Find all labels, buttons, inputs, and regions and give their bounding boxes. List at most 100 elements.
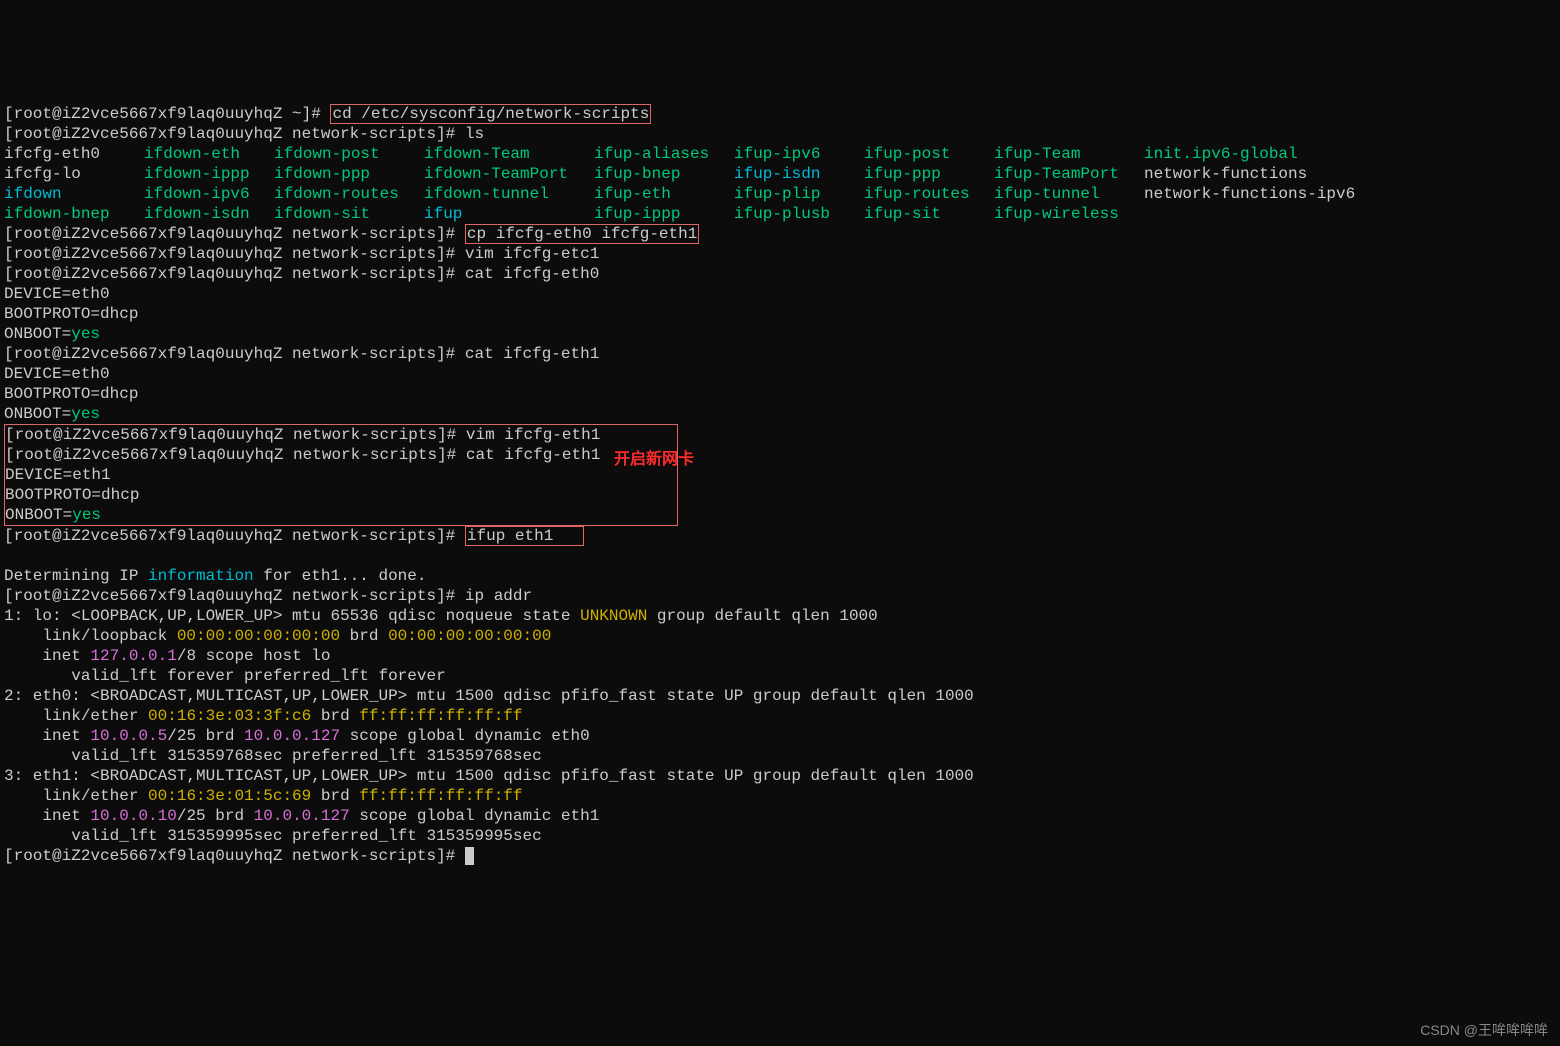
ls-c9-1: network-functions [1144, 164, 1307, 184]
cfg1a-onboot-v: yes [71, 405, 100, 423]
lo-inet-pre: inet [4, 647, 90, 665]
eth0-inet-pre: inet [4, 727, 90, 745]
ls-c7-1: ifup-ppp [864, 164, 994, 184]
ls-c2-0: ifdown-eth [144, 144, 274, 164]
cfg1b-onboot-k: ONBOOT= [5, 506, 72, 524]
cmd-cat-eth0: cat ifcfg-eth0 [465, 265, 599, 283]
ls-c7-3: ifup-sit [864, 204, 994, 224]
cmd-cd-box: cd /etc/sysconfig/network-scripts [330, 104, 651, 124]
cfg1b-boot-v: dhcp [101, 486, 139, 504]
eth1-valid: valid_lft 315359995sec preferred_lft 315… [4, 827, 542, 845]
cfg1a-device-v: eth0 [71, 365, 109, 383]
ls-c5-1: ifup-bnep [594, 164, 734, 184]
cmd-vim-eth1: vim ifcfg-eth1 [466, 426, 600, 444]
eth1-inet-pre: inet [4, 807, 90, 825]
cfg0-boot-k: BOOTPROTO= [4, 305, 100, 323]
vim-cat-box: [root@iZ2vce5667xf9laq0uuyhqZ network-sc… [4, 424, 678, 526]
ls-c7-2: ifup-routes [864, 184, 994, 204]
eth1-link-pre: link/ether [4, 787, 148, 805]
lo-head-post: group default qlen 1000 [647, 607, 877, 625]
ls-c1-1: ifcfg-lo [4, 164, 144, 184]
cmd-ifup: ifup eth1 [467, 527, 553, 545]
lo-link-pre: link/loopback [4, 627, 177, 645]
cfg1b-device-v: eth1 [72, 466, 110, 484]
eth0-brd: ff:ff:ff:ff:ff:ff [359, 707, 522, 725]
ls-c8-1: ifup-TeamPort [994, 164, 1144, 184]
ls-c6-0: ifup-ipv6 [734, 144, 864, 164]
prompt-ns-3: [root@iZ2vce5667xf9laq0uuyhqZ network-sc… [4, 245, 455, 263]
eth0-head: 2: eth0: <BROADCAST,MULTICAST,UP,LOWER_U… [4, 687, 974, 705]
prompt-ns-5: [root@iZ2vce5667xf9laq0uuyhqZ network-sc… [4, 345, 455, 363]
terminal-cursor[interactable] [465, 847, 474, 865]
ls-c7-0: ifup-post [864, 144, 994, 164]
ls-c8-3: ifup-wireless [994, 204, 1144, 224]
eth1-head: 3: eth1: <BROADCAST,MULTICAST,UP,LOWER_U… [4, 767, 974, 785]
ls-c3-1: ifdown-ppp [274, 164, 424, 184]
cfg1a-device-k: DEVICE= [4, 365, 71, 383]
ls-c1-2: ifdown [4, 184, 144, 204]
ls-c4-2: ifdown-tunnel [424, 184, 594, 204]
lo-brd-lbl: brd [340, 627, 388, 645]
prompt-ns: [root@iZ2vce5667xf9laq0uuyhqZ network-sc… [4, 125, 455, 143]
lo-ip: 127.0.0.1 [90, 647, 176, 665]
ls-c6-1: ifup-isdn [734, 164, 864, 184]
cfg1a-boot-v: dhcp [100, 385, 138, 403]
lo-valid: valid_lft forever preferred_lft forever [4, 667, 446, 685]
cmd-cp-box: cp ifcfg-eth0 ifcfg-eth1 [465, 224, 699, 244]
watermark-text: CSDN @王哞哞哞哞 [1420, 1020, 1548, 1040]
lo-mac: 00:00:00:00:00:00 [177, 627, 340, 645]
ls-c4-0: ifdown-Team [424, 144, 594, 164]
lo-brd: 00:00:00:00:00:00 [388, 627, 551, 645]
lo-head-pre: 1: lo: <LOOPBACK,UP,LOWER_UP> mtu 65536 … [4, 607, 580, 625]
ls-c2-1: ifdown-ippp [144, 164, 274, 184]
det-info: information [148, 567, 254, 585]
ls-c6-2: ifup-plip [734, 184, 864, 204]
cmd-cat-eth1-b: cat ifcfg-eth1 [466, 446, 600, 464]
cfg1b-device-k: DEVICE= [5, 466, 72, 484]
eth0-brd-lbl: brd [311, 707, 359, 725]
cfg1a-onboot-k: ONBOOT= [4, 405, 71, 423]
ls-row-0: ifcfg-eth0ifdown-ethifdown-postifdown-Te… [4, 144, 1556, 164]
ls-c3-2: ifdown-routes [274, 184, 424, 204]
cmd-ls: ls [465, 125, 484, 143]
cfg0-onboot-v: yes [71, 325, 100, 343]
cmd-ipaddr: ip addr [465, 587, 532, 605]
ls-c6-3: ifup-plusb [734, 204, 864, 224]
ls-c5-0: ifup-aliases [594, 144, 734, 164]
ls-c4-3: ifup [424, 204, 594, 224]
ls-c2-2: ifdown-ipv6 [144, 184, 274, 204]
cmd-cd: cd /etc/sysconfig/network-scripts [332, 105, 649, 123]
ls-row-3: ifdown-bnepifdown-isdnifdown-sitifupifup… [4, 204, 1556, 224]
ls-c5-3: ifup-ippp [594, 204, 734, 224]
cmd-cp: cp ifcfg-eth0 ifcfg-eth1 [467, 225, 697, 243]
terminal-output: [root@iZ2vce5667xf9laq0uuyhqZ ~]# cd /et… [4, 84, 1556, 866]
ls-c3-0: ifdown-post [274, 144, 424, 164]
eth0-inet-post: scope global dynamic eth0 [340, 727, 590, 745]
cmd-ifup-box: ifup eth1 [465, 526, 584, 546]
annotation-new-nic: 开启新网卡 [614, 450, 694, 470]
ls-c9-2: network-functions-ipv6 [1144, 184, 1355, 204]
prompt-ns-7: [root@iZ2vce5667xf9laq0uuyhqZ network-sc… [5, 446, 456, 464]
cfg0-onboot-k: ONBOOT= [4, 325, 71, 343]
ls-c1-0: ifcfg-eth0 [4, 144, 144, 164]
det-pre: Determining IP [4, 567, 148, 585]
prompt-ns-8: [root@iZ2vce5667xf9laq0uuyhqZ network-sc… [4, 527, 455, 545]
prompt-ns-4: [root@iZ2vce5667xf9laq0uuyhqZ network-sc… [4, 265, 455, 283]
eth0-valid: valid_lft 315359768sec preferred_lft 315… [4, 747, 542, 765]
prompt-ns-9: [root@iZ2vce5667xf9laq0uuyhqZ network-sc… [4, 587, 455, 605]
ls-row-2: ifdownifdown-ipv6ifdown-routesifdown-tun… [4, 184, 1556, 204]
prompt-ns-6: [root@iZ2vce5667xf9laq0uuyhqZ network-sc… [5, 426, 456, 444]
ls-c9-0: init.ipv6-global [1144, 144, 1298, 164]
cfg1b-boot-k: BOOTPROTO= [5, 486, 101, 504]
cfg0-boot-v: dhcp [100, 305, 138, 323]
cfg1b-onboot-v: yes [72, 506, 101, 524]
eth1-brd: ff:ff:ff:ff:ff:ff [359, 787, 522, 805]
cfg0-device-v: eth0 [71, 285, 109, 303]
eth0-bcast: 10.0.0.127 [244, 727, 340, 745]
eth1-bcast: 10.0.0.127 [254, 807, 350, 825]
cfg0-device-k: DEVICE= [4, 285, 71, 303]
eth1-ip: 10.0.0.10 [90, 807, 176, 825]
ls-row-1: ifcfg-loifdown-ipppifdown-pppifdown-Team… [4, 164, 1556, 184]
eth0-link-pre: link/ether [4, 707, 148, 725]
eth0-mac: 00:16:3e:03:3f:c6 [148, 707, 311, 725]
